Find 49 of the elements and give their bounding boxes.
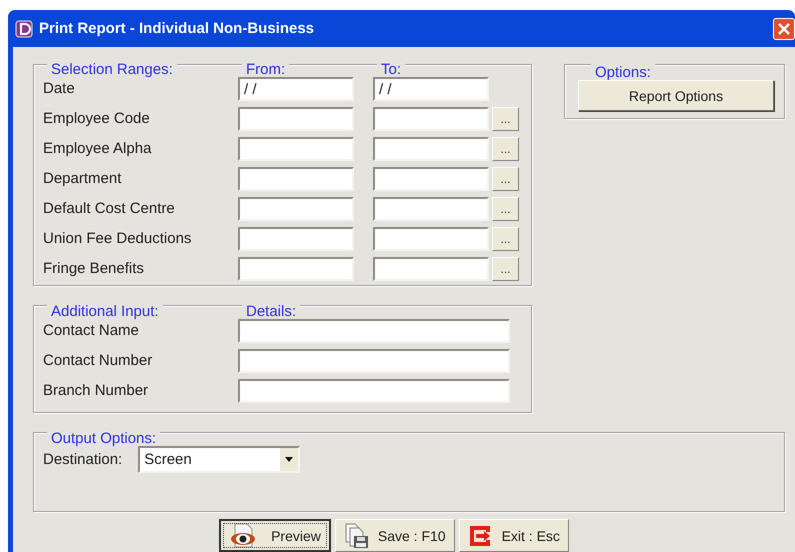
caret-icon (285, 457, 294, 462)
lookup-button[interactable]: ... (492, 107, 519, 131)
from-field[interactable] (238, 197, 354, 221)
close-icon (778, 22, 790, 34)
group-label: Output Options: (47, 430, 160, 447)
field-label: Department (43, 169, 122, 189)
lookup-button[interactable]: ... (492, 167, 519, 191)
field-label: Employee Code (43, 109, 151, 129)
from-field[interactable] (238, 257, 354, 281)
from-field[interactable] (238, 107, 354, 131)
group-label: Selection Ranges: (47, 61, 177, 78)
to-field[interactable] (373, 227, 489, 251)
detail-field[interactable] (238, 349, 510, 373)
app-icon (15, 20, 33, 38)
report-options-button[interactable]: Report Options (578, 80, 774, 111)
floppy-disk-icon (344, 522, 370, 548)
dialog-button[interactable]: Save : F10 (334, 519, 455, 552)
to-field[interactable] (373, 107, 489, 131)
dialog-button[interactable]: Preview (219, 519, 331, 552)
field-label: Union Fee Deductions (43, 229, 192, 249)
to-field[interactable]: / / (373, 77, 489, 101)
field-label: Fringe Benefits (43, 259, 145, 279)
from-field[interactable] (238, 227, 354, 251)
destination-dropdown[interactable]: Screen (138, 446, 300, 473)
field-label: Date (43, 79, 76, 99)
from-field[interactable]: / / (238, 77, 354, 101)
to-field[interactable] (373, 167, 489, 191)
group-label: Additional Input: (47, 303, 163, 320)
lookup-button[interactable]: ... (492, 197, 519, 221)
field-label: Destination: (43, 450, 122, 470)
lookup-button[interactable]: ... (492, 137, 519, 161)
close-button[interactable] (773, 18, 795, 40)
dialog-button[interactable]: Exit : Esc (458, 519, 569, 552)
to-field[interactable] (373, 257, 489, 281)
from-field[interactable] (238, 167, 354, 191)
field-label: Default Cost Centre (43, 199, 176, 219)
lookup-button[interactable]: ... (492, 257, 519, 281)
to-field[interactable] (373, 137, 489, 161)
detail-field[interactable] (238, 319, 510, 343)
field-label: Contact Name (43, 321, 140, 341)
detail-field[interactable] (238, 379, 510, 403)
from-field[interactable] (238, 137, 354, 161)
lookup-button[interactable]: ... (492, 227, 519, 251)
group-label: Options: (591, 64, 655, 81)
to-field[interactable] (373, 197, 489, 221)
field-label: Branch Number (43, 381, 150, 401)
field-label: Employee Alpha (43, 139, 152, 159)
field-label: Contact Number (43, 351, 154, 371)
window-title: Print Report - Individual Non-Business (39, 20, 314, 37)
